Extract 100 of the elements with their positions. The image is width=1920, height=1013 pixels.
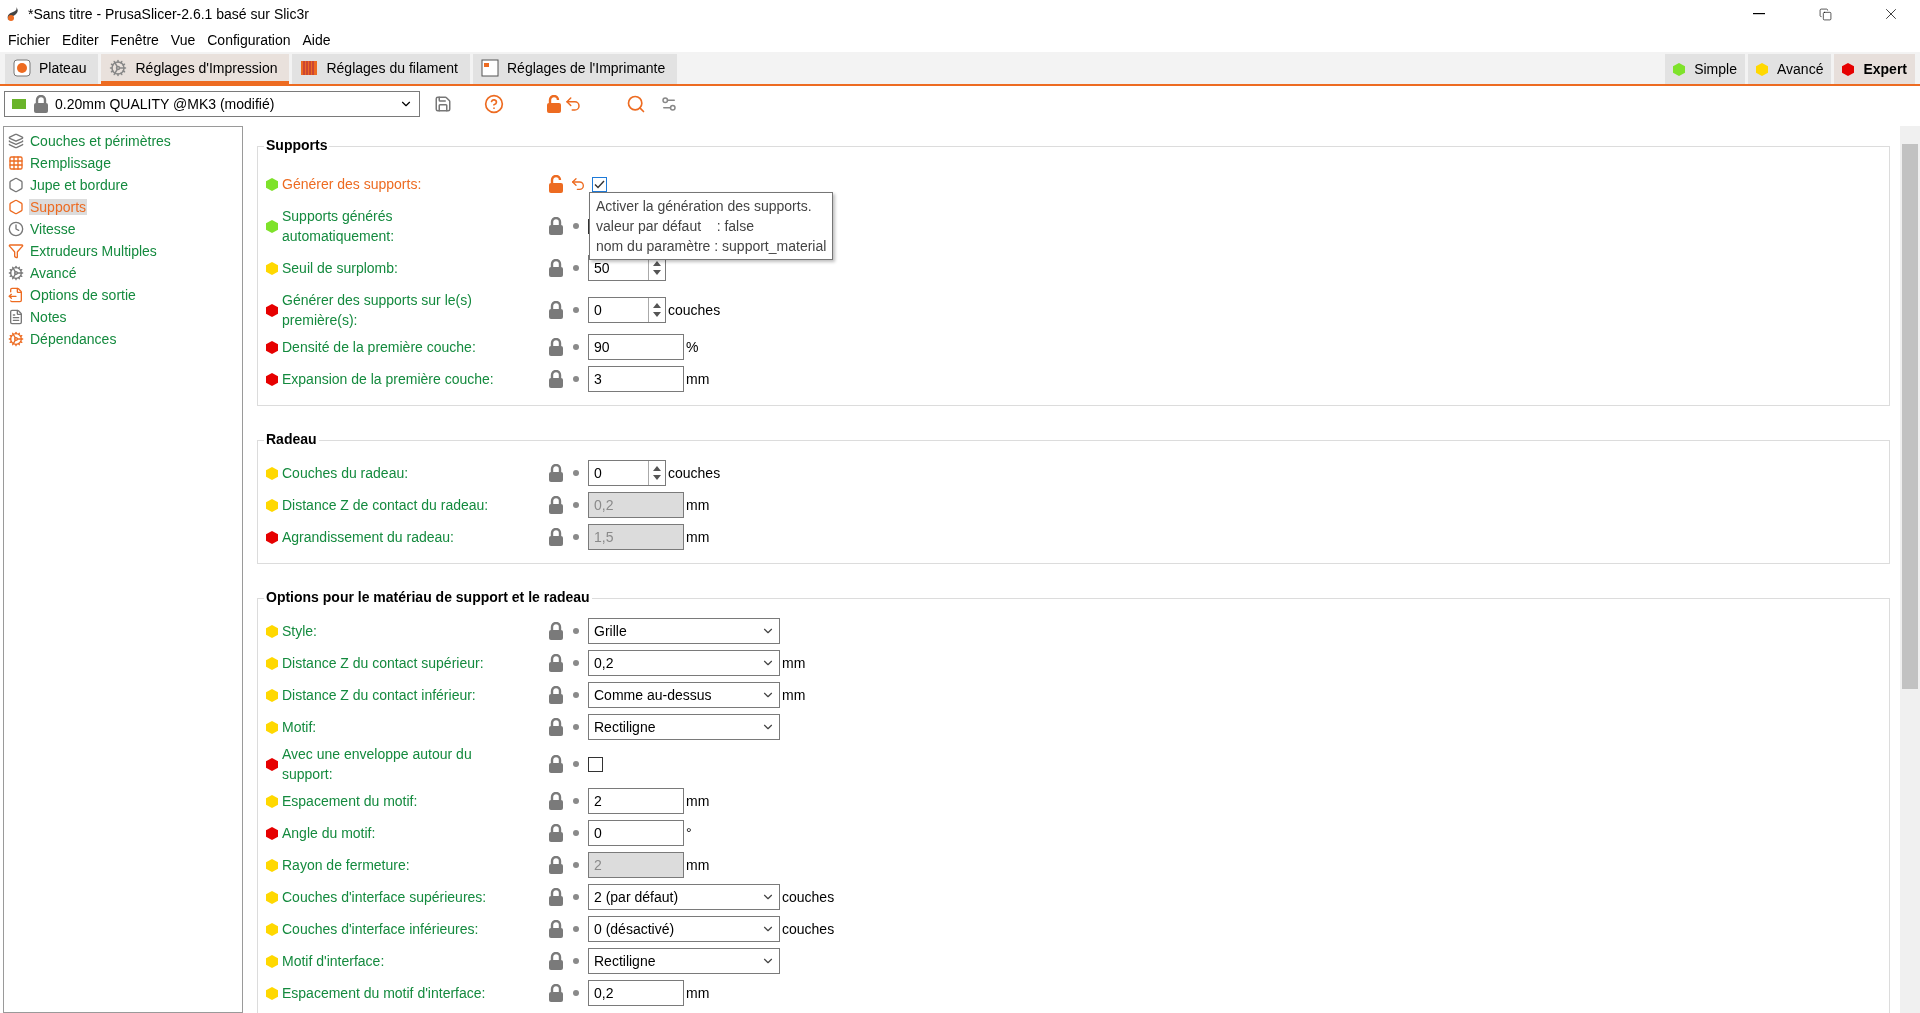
save-icon[interactable] bbox=[434, 95, 452, 113]
dot-icon bbox=[573, 376, 579, 382]
dot-icon bbox=[573, 470, 579, 476]
lock-icon[interactable] bbox=[33, 95, 49, 113]
sidebar-item[interactable]: Avancé bbox=[29, 265, 78, 281]
menu-item[interactable]: Editer bbox=[56, 32, 105, 48]
lock-icon[interactable] bbox=[548, 496, 564, 514]
setting-label: Couches d'interface supérieures: bbox=[282, 888, 488, 907]
setting-label: Espacement du motif: bbox=[282, 792, 419, 811]
sidebar-item[interactable]: Vitesse bbox=[29, 221, 77, 237]
sidebar-item[interactable]: Notes bbox=[29, 309, 68, 325]
number-spinner[interactable]: 0 bbox=[588, 297, 666, 323]
dot-icon bbox=[573, 344, 579, 350]
dropdown[interactable]: Rectiligne bbox=[588, 714, 780, 740]
lock-icon[interactable] bbox=[548, 464, 564, 482]
setting-label: Générer des supports: bbox=[282, 175, 423, 194]
number-spinner[interactable]: 0 bbox=[588, 460, 666, 486]
mode-button[interactable]: Avancé bbox=[1747, 54, 1832, 84]
spin-arrows-icon[interactable] bbox=[652, 301, 662, 319]
search-icon[interactable] bbox=[626, 94, 646, 114]
dropdown[interactable]: 0,2 bbox=[588, 650, 780, 676]
input-field[interactable]: 0,2 bbox=[588, 980, 684, 1006]
sidebar-item[interactable]: Couches et périmètres bbox=[29, 133, 172, 149]
sidebar-item[interactable]: Options de sortie bbox=[29, 287, 137, 303]
setting-label: Rayon de fermeture: bbox=[282, 856, 411, 875]
mode-button[interactable]: Simple bbox=[1665, 54, 1745, 84]
unlocked-lock-icon[interactable] bbox=[546, 95, 562, 113]
lock-icon[interactable] bbox=[548, 792, 564, 810]
spool-icon bbox=[300, 58, 319, 77]
lock-icon[interactable] bbox=[548, 952, 564, 970]
setting-label: Motif: bbox=[282, 718, 318, 737]
checkbox[interactable] bbox=[592, 176, 607, 192]
lock-icon[interactable] bbox=[548, 301, 564, 319]
unit-label: couches bbox=[668, 465, 721, 481]
lock-icon[interactable] bbox=[548, 217, 564, 235]
lock-icon[interactable] bbox=[548, 755, 564, 773]
sidebar-item[interactable]: Dépendances bbox=[29, 331, 118, 347]
printer-window-icon bbox=[481, 58, 499, 77]
tab[interactable]: Réglages de l'Imprimante bbox=[473, 54, 678, 84]
menu-item[interactable]: Fichier bbox=[2, 32, 56, 48]
tab[interactable]: Réglages d'Impression bbox=[101, 54, 290, 84]
scrollbar[interactable] bbox=[1900, 126, 1920, 1013]
dropdown[interactable]: 2 (par défaut) bbox=[588, 884, 780, 910]
mode-button[interactable]: Expert bbox=[1834, 54, 1915, 84]
dot-icon bbox=[573, 307, 579, 313]
dot-icon bbox=[573, 223, 579, 229]
gear-icon bbox=[8, 331, 24, 347]
unlocked-lock-icon[interactable] bbox=[548, 175, 564, 193]
menu-item[interactable]: Aide bbox=[296, 32, 337, 48]
undo-icon[interactable] bbox=[564, 95, 582, 113]
lock-icon[interactable] bbox=[548, 259, 564, 277]
sidebar-item[interactable]: Extrudeurs Multiples bbox=[29, 243, 158, 259]
lock-icon[interactable] bbox=[548, 686, 564, 704]
input-field[interactable]: 3 bbox=[588, 366, 684, 392]
input-field[interactable]: 0 bbox=[588, 820, 684, 846]
preset-dropdown[interactable]: 0.20mm QUALITY @MK3 (modifié) bbox=[4, 91, 420, 117]
dot-icon bbox=[573, 265, 579, 271]
minimize-icon bbox=[1753, 13, 1765, 15]
lock-icon[interactable] bbox=[548, 888, 564, 906]
lock-icon[interactable] bbox=[548, 622, 564, 640]
spin-arrows-icon[interactable] bbox=[652, 259, 662, 277]
menu-item[interactable]: Fenêtre bbox=[104, 32, 165, 48]
settings-icon[interactable] bbox=[660, 95, 678, 113]
lock-icon[interactable] bbox=[548, 654, 564, 672]
setting-label: Densité de la première couche: bbox=[282, 338, 477, 357]
app-logo-icon bbox=[6, 6, 20, 22]
unit-label: mm bbox=[686, 371, 710, 387]
dot-icon bbox=[573, 926, 579, 932]
spin-arrows-icon[interactable] bbox=[652, 464, 662, 482]
dropdown[interactable]: Rectiligne bbox=[588, 948, 780, 974]
lock-icon[interactable] bbox=[548, 984, 564, 1002]
menu-item[interactable]: Configuration bbox=[201, 32, 297, 48]
unit-label: couches bbox=[782, 889, 835, 905]
lock-icon[interactable] bbox=[548, 824, 564, 842]
lock-icon[interactable] bbox=[548, 528, 564, 546]
dot-icon bbox=[573, 502, 579, 508]
unit-label: mm bbox=[782, 655, 806, 671]
menu-item[interactable]: Vue bbox=[164, 32, 202, 48]
tab[interactable]: Plateau bbox=[5, 54, 99, 84]
lock-icon[interactable] bbox=[548, 338, 564, 356]
sidebar-item[interactable]: Jupe et bordure bbox=[29, 177, 130, 193]
input-field[interactable]: 2 bbox=[588, 788, 684, 814]
dropdown[interactable]: Comme au-dessus bbox=[588, 682, 780, 708]
restore-icon bbox=[1818, 7, 1832, 21]
lock-icon[interactable] bbox=[548, 856, 564, 874]
tooltip-text: nom du paramètre : support_material bbox=[596, 237, 827, 256]
dropdown[interactable]: 0 (désactivé) bbox=[588, 916, 780, 942]
sidebar-item[interactable]: Remplissage bbox=[29, 155, 112, 171]
undo-icon[interactable] bbox=[570, 176, 586, 192]
lock-icon[interactable] bbox=[548, 920, 564, 938]
dropdown[interactable]: Grille bbox=[588, 618, 780, 644]
input-field[interactable]: 90 bbox=[588, 334, 684, 360]
lock-icon[interactable] bbox=[548, 718, 564, 736]
checkbox[interactable] bbox=[588, 756, 603, 772]
lock-icon[interactable] bbox=[548, 370, 564, 388]
setting-label: Couches du radeau: bbox=[282, 464, 410, 483]
tab[interactable]: Réglages du filament bbox=[292, 54, 470, 84]
unit-label: couches bbox=[782, 921, 835, 937]
grid-icon bbox=[8, 155, 24, 171]
help-icon[interactable] bbox=[484, 94, 504, 114]
